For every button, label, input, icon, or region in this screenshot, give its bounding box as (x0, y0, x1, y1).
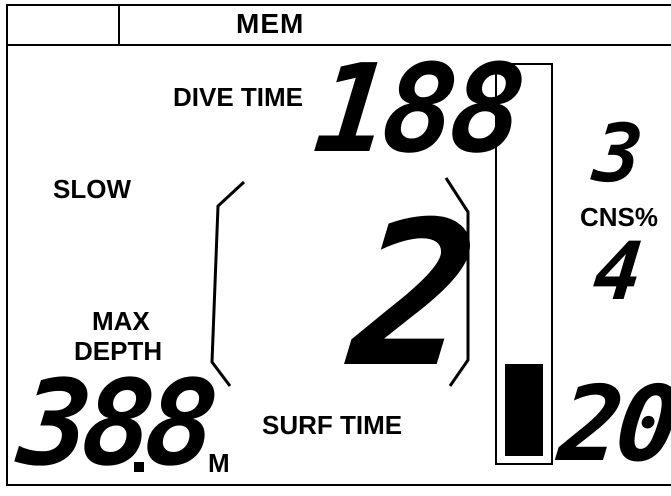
right-bracket (444, 177, 470, 387)
dive-computer-display: MEM DIVE TIME 188 SLOW MAX DEPTH 388 M 2… (6, 4, 671, 492)
bar-graph-fill (505, 364, 543, 456)
left-bracket (210, 180, 246, 387)
display-graphics (134, 63, 553, 472)
depth-decimal-point (134, 462, 144, 472)
